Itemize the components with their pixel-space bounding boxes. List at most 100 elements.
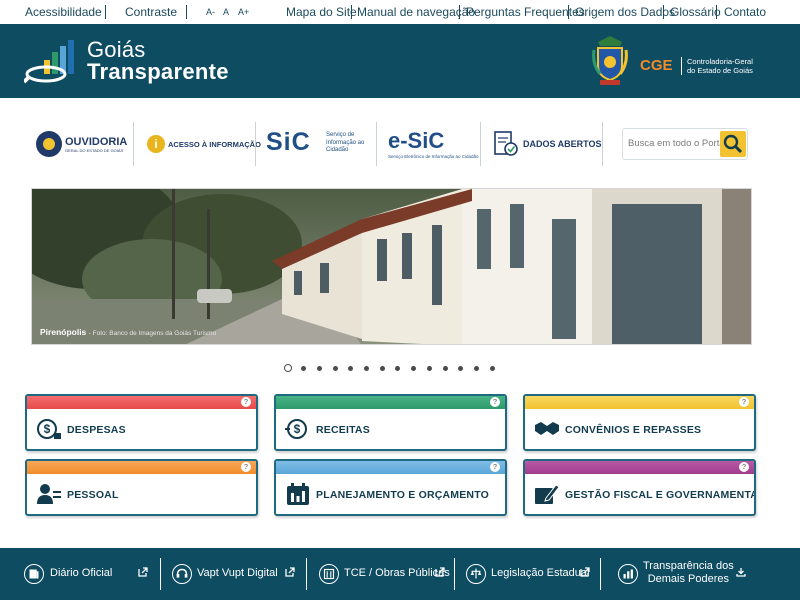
- footer-label: TCE / Obras Públicas: [344, 567, 450, 579]
- divider: [568, 5, 569, 19]
- carousel-dot[interactable]: [379, 366, 385, 371]
- scales-icon: [466, 564, 486, 584]
- carousel-dot[interactable]: [332, 366, 338, 371]
- carousel-dot[interactable]: [316, 366, 322, 371]
- divider: [186, 5, 187, 19]
- bar-chart-magnifier-icon[interactable]: [24, 40, 82, 84]
- card-convenios[interactable]: ? CONVÊNIOS E REPASSES: [523, 394, 756, 451]
- carousel-dot[interactable]: [473, 366, 479, 371]
- font-decrease-button[interactable]: A-: [206, 7, 215, 17]
- signature-icon: [535, 484, 560, 504]
- external-link-icon: [435, 567, 445, 577]
- top-utility-bar: Acessibilidade Contraste A- A A+ Mapa do…: [0, 0, 800, 24]
- cge-name-line2: do Estado de Goiás: [687, 66, 753, 75]
- sic-subtitle-line2: Informação ao: [326, 139, 365, 146]
- footer-vapt-vupt-link[interactable]: Vapt Vupt Digital: [160, 548, 306, 600]
- state-crest-icon: [592, 36, 628, 85]
- footer-bar: Diário Oficial Vapt Vupt Digital TCE / O…: [0, 548, 800, 600]
- footer-label: Vapt Vupt Digital: [197, 567, 278, 579]
- divider: [480, 122, 481, 166]
- contact-link[interactable]: Contato: [724, 5, 766, 19]
- sic-subtitle: Serviço de Informação ao Cidadão: [326, 132, 364, 155]
- ouvidoria-icon-dot: [43, 138, 55, 150]
- divider: [602, 122, 603, 166]
- font-normal-button[interactable]: A: [223, 7, 229, 17]
- carousel-dot[interactable]: [426, 366, 432, 371]
- money-in-icon: $: [285, 419, 307, 439]
- search-input[interactable]: [628, 138, 720, 149]
- data-origin-link[interactable]: Origem dos Dados: [575, 5, 675, 19]
- banner-caption: Pirenópolis - Foto: Banco de Imagens da …: [40, 327, 216, 337]
- card-gestao-fiscal[interactable]: ? GESTÃO FISCAL E GOVERNAMENTAL: [523, 459, 756, 516]
- cge-logo[interactable]: CGE: [640, 57, 673, 74]
- accessibility-link[interactable]: Acessibilidade: [25, 5, 102, 19]
- card-pessoal[interactable]: ? PESSOAL: [25, 459, 258, 516]
- divider: [716, 5, 717, 19]
- carousel-dot[interactable]: [348, 366, 354, 371]
- site-map-link[interactable]: Mapa do Site: [286, 5, 357, 19]
- card-color-bar: [276, 396, 505, 409]
- carousel-dots: [284, 364, 504, 374]
- banner-slide[interactable]: [31, 188, 752, 345]
- help-icon[interactable]: ?: [490, 397, 500, 407]
- footer-label-line2: Demais Poderes: [647, 573, 730, 585]
- banner-caption-credit: - Foto: Banco de Imagens da Goiás Turism…: [88, 330, 217, 337]
- carousel-dot[interactable]: [395, 366, 401, 371]
- help-icon[interactable]: ?: [490, 462, 500, 472]
- footer-tce-link[interactable]: TCE / Obras Públicas: [306, 548, 454, 600]
- faq-link[interactable]: Perguntas Frequentes: [466, 5, 585, 19]
- card-label: CONVÊNIOS E REPASSES: [565, 424, 702, 436]
- search-button[interactable]: [720, 131, 746, 157]
- help-icon[interactable]: ?: [739, 462, 749, 472]
- footer-label-line1: Transparência dos: [643, 560, 734, 572]
- site-header: Goiás Transparente CGE Controladoria-Ger…: [0, 24, 800, 98]
- carousel-dot[interactable]: [442, 366, 448, 371]
- font-increase-button[interactable]: A+: [238, 7, 249, 17]
- carousel-dot[interactable]: [301, 366, 307, 371]
- divider: [663, 5, 664, 19]
- navigation-manual-link[interactable]: Manual de navegação: [357, 5, 475, 19]
- card-color-bar: [525, 461, 754, 474]
- glossary-link[interactable]: Glossário: [670, 5, 721, 19]
- carousel-dot[interactable]: [364, 366, 369, 371]
- open-data-label: DADOS ABERTOS: [523, 139, 602, 149]
- document-check-icon: [494, 131, 518, 156]
- esic-subtitle: Serviço Eletrônico de Informação ao Cida…: [388, 154, 479, 159]
- card-color-bar: [276, 461, 505, 474]
- money-dollar-icon: $: [37, 419, 61, 439]
- footer-demais-poderes-link[interactable]: Transparência dos Demais Poderes: [600, 548, 800, 600]
- sic-title: SiC: [266, 128, 311, 156]
- divider: [255, 122, 256, 166]
- help-icon[interactable]: ?: [241, 462, 251, 472]
- carousel-dot[interactable]: [458, 366, 464, 371]
- card-label: PESSOAL: [67, 489, 119, 501]
- footer-diario-oficial-link[interactable]: Diário Oficial: [0, 548, 160, 600]
- card-despesas[interactable]: ? $ DESPESAS: [25, 394, 258, 451]
- card-color-bar: [525, 396, 754, 409]
- logo-title-line2: Transparente: [87, 59, 229, 84]
- divider: [459, 5, 460, 19]
- sic-subtitle-line3: Cidadão: [326, 147, 349, 153]
- footer-label: Diário Oficial: [50, 567, 113, 579]
- carousel-dot[interactable]: [411, 366, 417, 371]
- card-label: PLANEJAMENTO E ORÇAMENTO: [316, 489, 490, 501]
- external-link-icon: [580, 567, 590, 577]
- help-icon[interactable]: ?: [739, 397, 749, 407]
- carousel-dot[interactable]: [284, 364, 292, 372]
- divider: [133, 122, 134, 166]
- headset-icon: [172, 564, 192, 584]
- contrast-link[interactable]: Contraste: [125, 5, 177, 19]
- ouvidoria-title: OUVIDORIA: [65, 136, 128, 148]
- card-planejamento[interactable]: ? PLANEJAMENTO E ORÇAMENTO: [274, 459, 507, 516]
- help-icon[interactable]: ?: [241, 397, 251, 407]
- card-receitas[interactable]: ? $ RECEITAS: [274, 394, 507, 451]
- external-link-icon: [285, 567, 295, 577]
- calendar-icon: [287, 483, 309, 505]
- card-color-bar: [27, 396, 256, 409]
- cge-name: Controladoria-Geral do Estado de Goiás: [687, 57, 753, 75]
- carousel-dot[interactable]: [489, 366, 495, 371]
- banner-photo: [32, 189, 751, 344]
- banner-caption-place: Pirenópolis: [40, 327, 87, 337]
- footer-label: Transparência dos Demais Poderes: [643, 560, 734, 586]
- footer-legislacao-link[interactable]: Legislação Estadual: [454, 548, 600, 600]
